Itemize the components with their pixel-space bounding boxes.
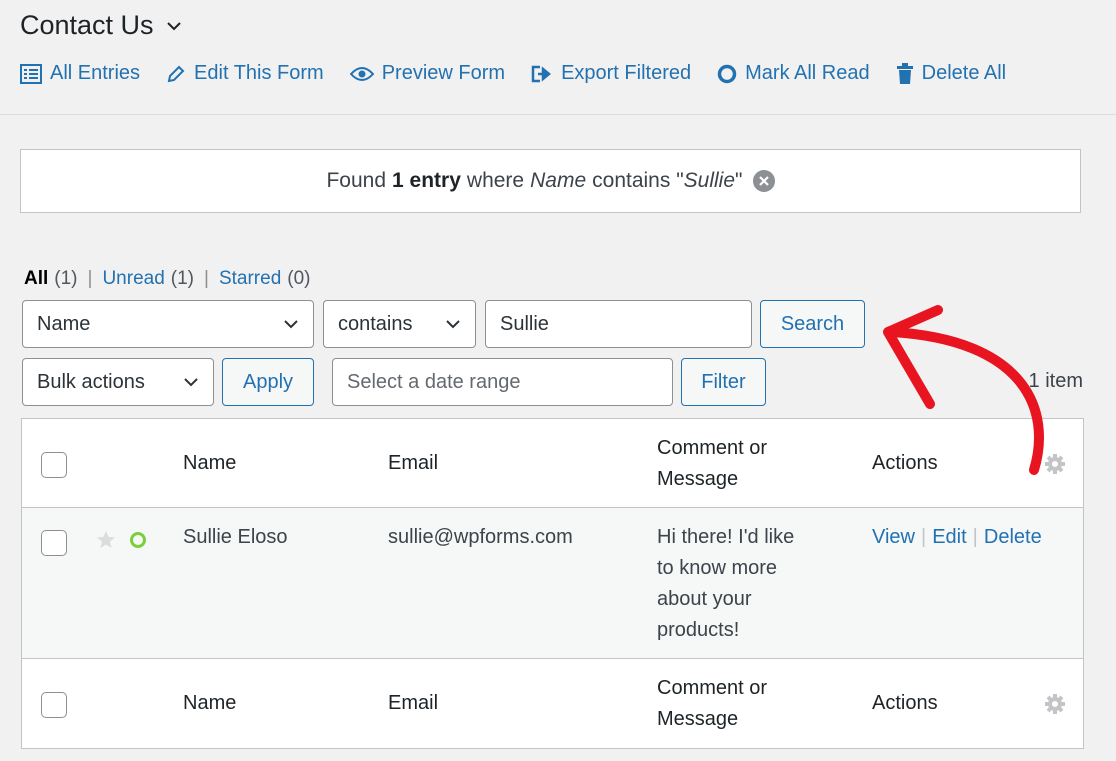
entry-message: Hi there! I'd like to know more about yo… xyxy=(657,522,794,646)
mark-all-read-link[interactable]: Mark All Read xyxy=(717,62,870,85)
entry-message-line: about your xyxy=(657,588,752,610)
notice-count: 1 entry xyxy=(392,169,461,192)
chevron-down-icon xyxy=(445,319,461,329)
chevron-down-icon xyxy=(183,377,199,387)
column-name[interactable]: Name xyxy=(183,448,236,479)
bulk-actions-select[interactable]: Bulk actions xyxy=(22,358,214,406)
column-actions: Actions xyxy=(872,692,938,714)
column-message-line2: Message xyxy=(657,468,739,490)
column-email[interactable]: Email xyxy=(388,688,438,719)
edit-entry-link[interactable]: Edit xyxy=(932,526,966,548)
date-range-input[interactable]: Select a date range xyxy=(332,358,673,406)
notice-operator: contains " xyxy=(592,169,684,192)
notice-term: Sullie xyxy=(683,169,736,192)
column-name[interactable]: Name xyxy=(183,688,236,719)
table-row: Sullie Eloso sullie@wpforms.com Hi there… xyxy=(22,508,1083,659)
eye-icon xyxy=(349,66,374,81)
view-all-count: (1) xyxy=(54,268,78,289)
preview-form-link[interactable]: Preview Form xyxy=(349,62,506,85)
filter-button[interactable]: Filter xyxy=(681,358,766,406)
export-icon xyxy=(531,65,552,82)
all-entries-link[interactable]: All Entries xyxy=(20,62,140,85)
entry-message-line: Hi there! I'd like xyxy=(657,526,795,548)
entries-toolbar: All Entries Edit This Form Preview Form … xyxy=(20,62,1006,85)
view-entry-link[interactable]: View xyxy=(872,526,915,548)
search-button[interactable]: Search xyxy=(760,300,865,348)
operator-select-value: contains xyxy=(338,312,413,335)
column-message[interactable]: Comment or Message xyxy=(657,673,767,735)
header-divider xyxy=(0,114,1116,115)
search-input-value: Sullie xyxy=(500,312,549,335)
view-all[interactable]: All xyxy=(24,268,48,290)
entry-message-line: products! xyxy=(657,619,740,641)
edit-form-label: Edit This Form xyxy=(194,62,324,84)
column-message-line1: Comment or xyxy=(657,677,768,699)
page-title: Contact Us xyxy=(20,10,154,40)
gear-icon[interactable] xyxy=(1044,693,1066,715)
export-filtered-label: Export Filtered xyxy=(561,62,692,84)
filter-notice: Found 1 entry where Name contains " Sulli… xyxy=(20,149,1081,213)
clear-filter-icon[interactable] xyxy=(752,170,775,192)
operator-select[interactable]: contains xyxy=(323,300,476,348)
action-separator: | xyxy=(972,526,978,548)
notice-middle: where xyxy=(466,169,525,192)
delete-all-link[interactable]: Delete All xyxy=(896,62,1007,85)
column-message[interactable]: Comment or Message xyxy=(657,433,767,495)
export-filtered-link[interactable]: Export Filtered xyxy=(531,62,691,85)
select-all-checkbox[interactable] xyxy=(41,452,67,478)
trash-icon xyxy=(896,62,913,84)
notice-field: Name xyxy=(530,169,587,192)
unread-indicator-icon[interactable] xyxy=(128,530,148,550)
delete-all-label: Delete All xyxy=(921,62,1007,84)
view-separator: | xyxy=(87,268,93,289)
entry-message-line: to know more xyxy=(657,557,778,579)
preview-form-label: Preview Form xyxy=(381,62,506,84)
apply-button[interactable]: Apply xyxy=(222,358,314,406)
date-range-placeholder: Select a date range xyxy=(347,370,521,393)
search-input[interactable]: Sullie xyxy=(485,300,752,348)
star-icon[interactable] xyxy=(96,530,116,550)
action-separator: | xyxy=(921,526,927,548)
delete-entry-link[interactable]: Delete xyxy=(984,526,1042,548)
entry-name: Sullie Eloso xyxy=(183,526,288,548)
pencil-icon xyxy=(167,65,185,82)
view-unread-count: (1) xyxy=(170,268,195,289)
entry-email: sullie@wpforms.com xyxy=(388,526,573,548)
chevron-down-icon xyxy=(283,319,299,329)
column-message-line2: Message xyxy=(657,708,739,730)
entry-views: All (1) | Unread (1) | Starred (0) xyxy=(24,268,311,290)
mark-all-read-label: Mark All Read xyxy=(745,62,870,84)
bulk-actions-value: Bulk actions xyxy=(37,370,145,393)
view-starred-count: (0) xyxy=(287,268,311,289)
select-all-checkbox[interactable] xyxy=(41,692,67,718)
row-checkbox[interactable] xyxy=(41,530,67,556)
column-email[interactable]: Email xyxy=(388,448,438,479)
page-header: Contact Us xyxy=(20,10,184,41)
list-icon xyxy=(20,63,42,84)
table-footer: Name Email Comment or Message Actions xyxy=(22,659,1083,748)
column-message-line1: Comment or xyxy=(657,437,768,459)
view-unread[interactable]: Unread xyxy=(102,268,164,290)
notice-prefix: Found xyxy=(326,169,387,192)
view-starred[interactable]: Starred xyxy=(219,268,281,290)
edit-form-link[interactable]: Edit This Form xyxy=(166,62,324,85)
notice-suffix: " xyxy=(735,169,743,192)
all-entries-label: All Entries xyxy=(50,62,141,84)
view-separator: | xyxy=(204,268,209,289)
chevron-down-icon[interactable] xyxy=(164,16,184,36)
field-select[interactable]: Name xyxy=(22,300,314,348)
field-select-value: Name xyxy=(37,312,91,335)
circle-icon xyxy=(717,64,737,83)
entry-actions: View | Edit | Delete xyxy=(872,522,1042,553)
annotation-arrow xyxy=(883,305,1044,475)
